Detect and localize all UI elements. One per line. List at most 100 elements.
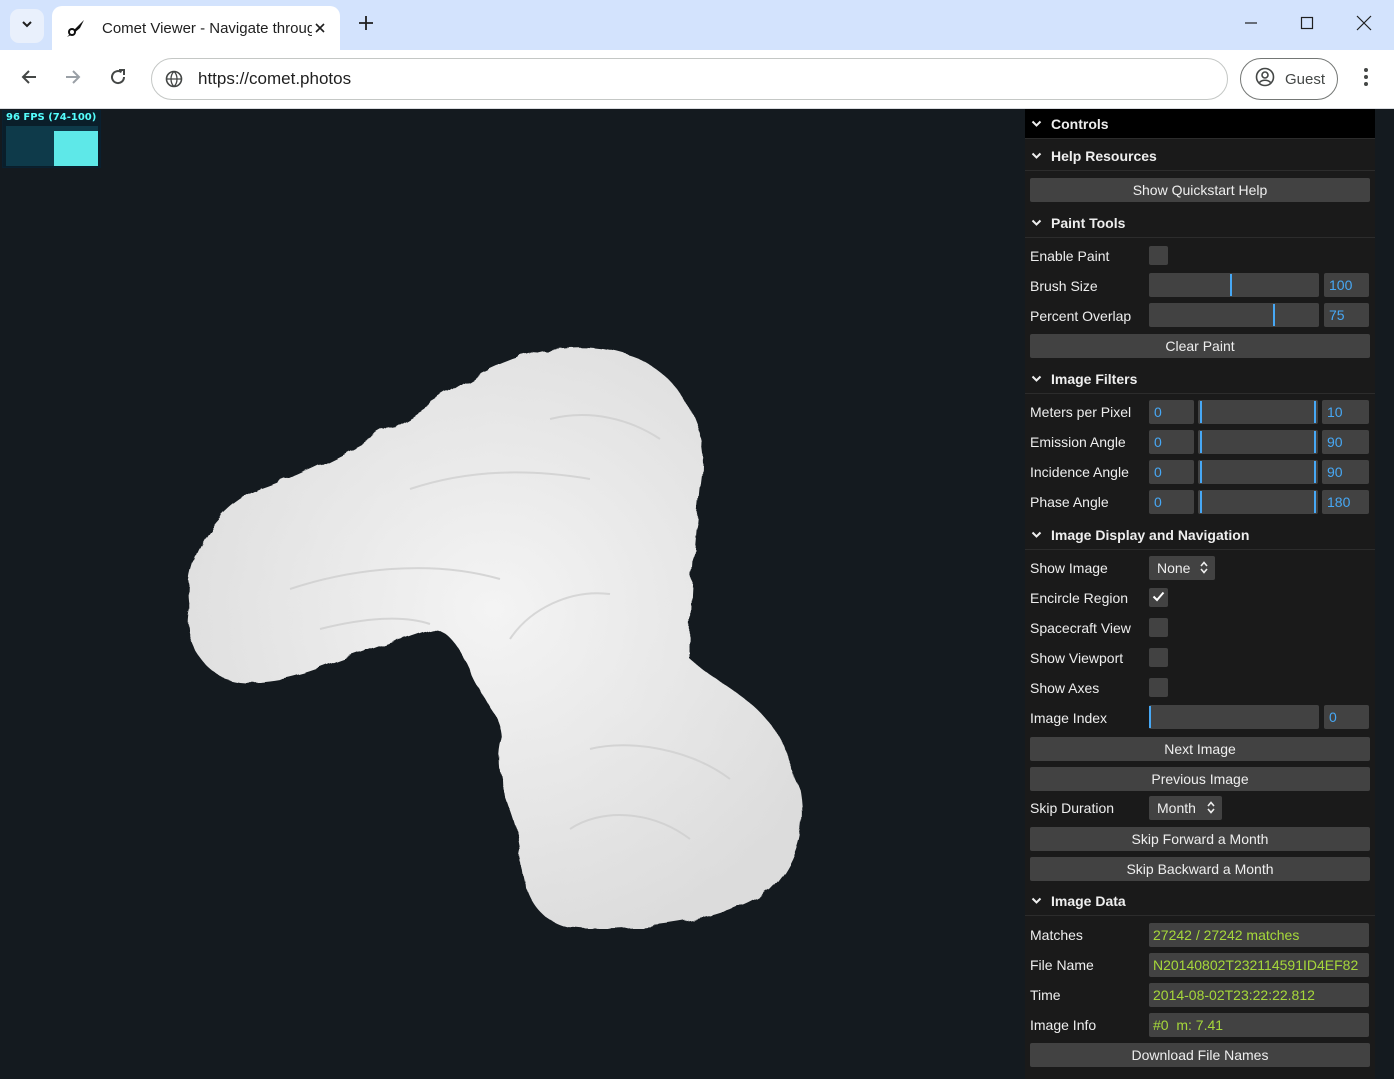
enable-paint-label: Enable Paint (1030, 248, 1110, 264)
image-index-input[interactable]: 0 (1324, 705, 1369, 729)
range-min-handle[interactable] (1200, 431, 1202, 453)
image-filters-folder[interactable]: Image Filters (1025, 364, 1375, 394)
file-name-label: File Name (1030, 957, 1094, 973)
range-min-handle[interactable] (1200, 491, 1202, 513)
range-max-handle[interactable] (1314, 461, 1316, 483)
comet-model[interactable] (170, 329, 820, 929)
comet-icon (64, 16, 88, 40)
fps-stats-panel[interactable]: 96 FPS (74-100) (2, 110, 101, 168)
arrow-right-icon (64, 68, 82, 91)
folder-title: Image Data (1051, 892, 1126, 909)
show-axes-checkbox[interactable] (1149, 678, 1168, 697)
brush-size-slider[interactable] (1149, 273, 1319, 297)
minimize-button[interactable] (1236, 8, 1266, 42)
range-max-handle[interactable] (1314, 431, 1316, 453)
select-arrows-icon (1207, 801, 1215, 817)
spacecraft-view-label: Spacecraft View (1030, 620, 1131, 636)
folder-title: Image Filters (1051, 370, 1138, 387)
slider-handle[interactable] (1230, 274, 1232, 296)
address-bar[interactable]: https://comet.photos (151, 58, 1228, 100)
reload-button[interactable] (102, 63, 134, 95)
range-max-handle[interactable] (1314, 491, 1316, 513)
skip-duration-select[interactable]: Month (1149, 796, 1222, 820)
tab-strip: Comet Viewer - Navigate through (0, 0, 1394, 50)
range-min-handle[interactable] (1200, 461, 1202, 483)
slider-handle[interactable] (1273, 304, 1275, 326)
filter-min-input[interactable]: 0 (1149, 430, 1194, 454)
forward-button[interactable] (57, 63, 89, 95)
filter-range-slider[interactable] (1198, 460, 1318, 484)
percent-overlap-input[interactable]: 75 (1324, 303, 1369, 327)
clear-paint-button[interactable]: Clear Paint (1030, 334, 1370, 358)
show-axes-label: Show Axes (1030, 680, 1100, 696)
filter-max-input[interactable]: 180 (1322, 490, 1369, 514)
folder-title: Paint Tools (1051, 214, 1126, 231)
filter-label: Phase Angle (1030, 494, 1109, 510)
previous-image-button[interactable]: Previous Image (1030, 767, 1370, 791)
close-icon (1356, 15, 1372, 36)
time-label: Time (1030, 987, 1061, 1003)
filter-label: Emission Angle (1030, 434, 1126, 450)
show-image-label: Show Image (1030, 560, 1108, 576)
show-image-select[interactable]: None (1149, 556, 1215, 580)
filter-min-input[interactable]: 0 (1149, 490, 1194, 514)
maximize-button[interactable] (1292, 8, 1322, 42)
filter-range-slider[interactable] (1198, 400, 1318, 424)
close-window-button[interactable] (1349, 8, 1379, 42)
globe-icon[interactable] (164, 69, 184, 89)
filter-max-input[interactable]: 10 (1322, 400, 1369, 424)
select-value: Month (1157, 800, 1196, 816)
paint-tools-folder[interactable]: Paint Tools (1025, 208, 1375, 238)
chevron-down-icon (1031, 529, 1043, 541)
slider-handle[interactable] (1149, 706, 1151, 728)
chevron-down-icon (1031, 895, 1043, 907)
chevron-down-icon (20, 17, 34, 36)
browser-tab[interactable]: Comet Viewer - Navigate through (52, 6, 340, 50)
percent-overlap-slider[interactable] (1149, 303, 1319, 327)
toolbar: https://comet.photos Guest (0, 50, 1394, 109)
range-max-handle[interactable] (1314, 401, 1316, 423)
tab-search-button[interactable] (10, 9, 44, 43)
image-index-slider[interactable] (1149, 705, 1319, 729)
enable-paint-checkbox[interactable] (1149, 246, 1168, 265)
show-viewport-checkbox[interactable] (1149, 648, 1168, 667)
spacecraft-view-checkbox[interactable] (1149, 618, 1168, 637)
controls-panel: Controls Help Resources Show Quickstart … (1025, 109, 1375, 1079)
matches-value: 27242 / 27242 matches (1149, 923, 1369, 947)
image-data-folder[interactable]: Image Data (1025, 886, 1375, 916)
skip-forward-button[interactable]: Skip Forward a Month (1030, 827, 1370, 851)
show-quickstart-help-button[interactable]: Show Quickstart Help (1030, 178, 1370, 202)
close-icon[interactable] (308, 16, 332, 40)
maximize-icon (1300, 16, 1314, 35)
filter-min-input[interactable]: 0 (1149, 400, 1194, 424)
filter-min-input[interactable]: 0 (1149, 460, 1194, 484)
filter-range-slider[interactable] (1198, 430, 1318, 454)
checkmark-icon (1152, 590, 1165, 605)
range-min-handle[interactable] (1200, 401, 1202, 423)
filter-range-slider[interactable] (1198, 490, 1318, 514)
encircle-region-checkbox[interactable] (1149, 588, 1168, 607)
fps-label: 96 FPS (74-100) (6, 112, 97, 123)
filter-max-input[interactable]: 90 (1322, 430, 1369, 454)
show-viewport-label: Show Viewport (1030, 650, 1124, 666)
help-resources-folder[interactable]: Help Resources (1025, 141, 1375, 171)
arrow-left-icon (20, 68, 38, 91)
image-display-folder[interactable]: Image Display and Navigation (1025, 520, 1375, 550)
filter-max-input[interactable]: 90 (1322, 460, 1369, 484)
back-button[interactable] (13, 63, 45, 95)
skip-backward-button[interactable]: Skip Backward a Month (1030, 857, 1370, 881)
folder-title: Image Display and Navigation (1051, 526, 1250, 543)
chevron-down-icon (1031, 217, 1043, 229)
fps-graph (6, 126, 98, 166)
new-tab-button[interactable] (352, 11, 380, 39)
next-image-button[interactable]: Next Image (1030, 737, 1370, 761)
controls-folder[interactable]: Controls (1025, 109, 1375, 139)
chevron-down-icon (1031, 150, 1043, 162)
brush-size-input[interactable]: 100 (1324, 273, 1369, 297)
browser-menu-button[interactable] (1352, 63, 1380, 95)
folder-title: Controls (1051, 115, 1109, 132)
download-file-names-button[interactable]: Download File Names (1030, 1043, 1370, 1067)
encircle-region-label: Encircle Region (1030, 590, 1129, 606)
plus-icon (358, 15, 374, 36)
profile-button[interactable]: Guest (1240, 58, 1338, 100)
